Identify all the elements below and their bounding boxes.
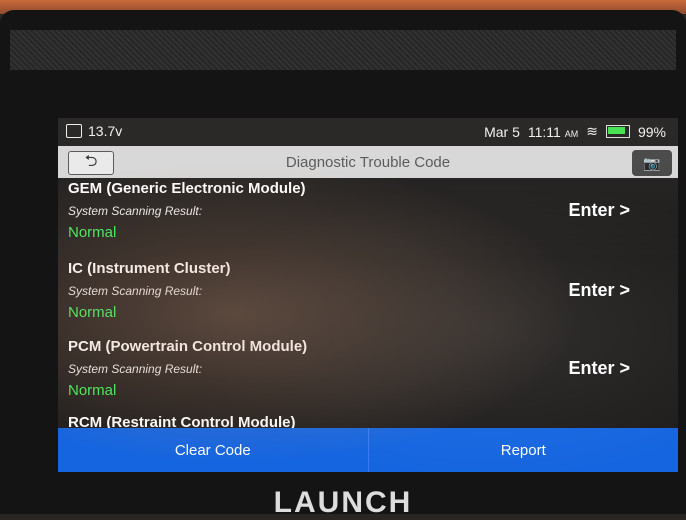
module-name: IC (Instrument Cluster) <box>68 260 231 277</box>
module-list: GEM (Generic Electronic Module) System S… <box>58 178 678 431</box>
module-item-gem[interactable]: GEM (Generic Electronic Module) System S… <box>58 178 678 256</box>
module-name: PCM (Powertrain Control Module) <box>68 338 308 355</box>
page-title: Diagnostic Trouble Code <box>285 154 451 171</box>
voltage-readout: 13.7v <box>88 123 123 139</box>
clear-code-button[interactable]: Clear Code <box>58 428 369 472</box>
action-bar: Clear Code Report <box>58 428 678 472</box>
module-status: Normal <box>68 224 117 241</box>
date-label: Mar 5 <box>484 123 520 140</box>
screenshot-button[interactable]: 📷 <box>632 150 672 176</box>
module-item-pcm[interactable]: PCM (Powertrain Control Module) System S… <box>58 336 678 414</box>
title-bar: ⮌ Diagnostic Trouble Code 📷 <box>58 146 678 178</box>
module-subtitle: System Scanning Result: <box>68 204 203 218</box>
status-bar: 13.7v Mar 5 11:11 AM ≋ 99% <box>58 118 678 144</box>
enter-button[interactable]: Enter > <box>568 200 630 221</box>
module-subtitle: System Scanning Result: <box>68 362 203 376</box>
module-status: Normal <box>68 304 117 321</box>
time-label: 11:11 AM <box>527 123 579 140</box>
wifi-icon: ≋ <box>586 123 598 139</box>
enter-button[interactable]: Enter > <box>568 358 630 379</box>
module-item-ic[interactable]: IC (Instrument Cluster) System Scanning … <box>58 258 678 336</box>
enter-button[interactable]: Enter > <box>568 280 630 301</box>
report-button[interactable]: Report <box>369 428 679 472</box>
status-right: Mar 5 11:11 AM ≋ 99% <box>484 123 666 140</box>
device-brand-logo: LAUNCH <box>273 486 413 519</box>
camera-icon: 📷 <box>643 154 661 171</box>
module-subtitle: System Scanning Result: <box>68 284 203 298</box>
status-left: 13.7v <box>66 123 122 139</box>
module-status: Normal <box>68 382 117 399</box>
battery-icon <box>605 125 630 138</box>
module-name: GEM (Generic Electronic Module) <box>68 180 306 197</box>
tablet-screen: 13.7v Mar 5 11:11 AM ≋ 99% ⮌ Diagnostic … <box>58 118 678 472</box>
bezel-texture <box>10 30 676 70</box>
battery-label: 99% <box>637 123 666 140</box>
calendar-icon <box>66 124 82 138</box>
